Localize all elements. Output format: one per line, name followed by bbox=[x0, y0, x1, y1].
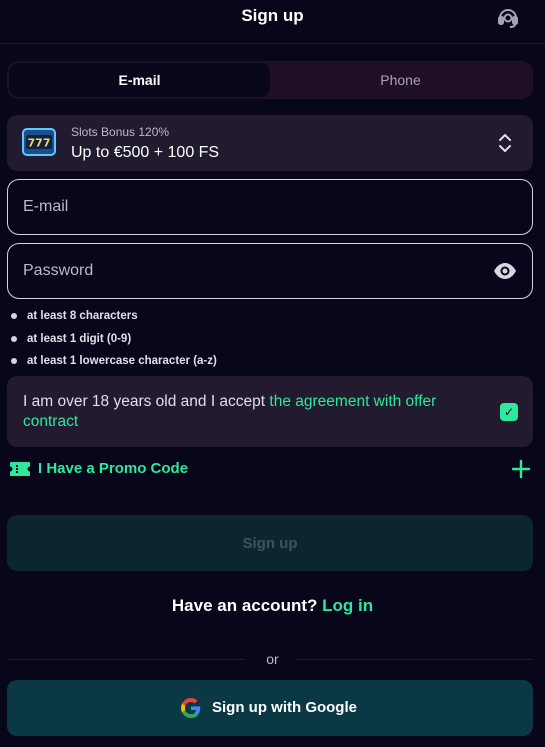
password-input[interactable] bbox=[8, 244, 532, 298]
chevron-up-down-icon bbox=[499, 134, 511, 152]
rule-text: at least 1 digit (0-9) bbox=[27, 332, 132, 345]
headset-icon[interactable] bbox=[496, 5, 520, 29]
divider-line-right bbox=[295, 659, 533, 660]
email-field bbox=[7, 179, 533, 235]
bonus-selector[interactable]: 777 Slots Bonus 120% Up to €500 + 100 FS bbox=[7, 115, 533, 171]
promo-code-toggle[interactable]: I Have a Promo Code bbox=[9, 457, 531, 483]
email-input[interactable] bbox=[8, 180, 532, 234]
ticket-icon bbox=[10, 462, 30, 476]
agreement-text: I am over 18 years old and I accept the … bbox=[23, 392, 473, 432]
password-field bbox=[7, 243, 533, 299]
agreement-checkbox[interactable]: ✓ bbox=[500, 403, 518, 421]
tab-email[interactable]: E-mail bbox=[9, 63, 270, 97]
google-signup-button[interactable]: Sign up with Google bbox=[7, 680, 533, 736]
google-signup-label: Sign up with Google bbox=[212, 699, 357, 716]
slot-machine-777-icon: 777 bbox=[22, 128, 56, 156]
plus-icon[interactable] bbox=[511, 459, 531, 479]
bullet-icon bbox=[11, 313, 17, 319]
google-icon bbox=[181, 698, 201, 718]
agreement-statement: I am over 18 years old and I accept bbox=[23, 393, 270, 410]
bullet-icon bbox=[11, 335, 17, 342]
have-account-text: Have an account? bbox=[171, 596, 318, 615]
rule-text: at least 1 lowercase character (a-z) bbox=[27, 355, 217, 367]
password-rules: at least 8 characters at least 1 digit (… bbox=[11, 308, 217, 376]
signup-method-tabs: E-mail Phone bbox=[7, 61, 533, 99]
rule-text: at least 8 characters bbox=[27, 310, 138, 322]
svg-text:777: 777 bbox=[28, 137, 51, 150]
header: Sign up bbox=[0, 0, 545, 44]
promo-code-label: I Have a Promo Code bbox=[38, 460, 189, 477]
eye-icon[interactable] bbox=[493, 261, 517, 281]
bonus-name: Slots Bonus 120% bbox=[71, 125, 170, 139]
login-link[interactable]: Log in bbox=[322, 596, 373, 615]
bonus-description: Up to €500 + 100 FS bbox=[71, 144, 220, 161]
age-agreement: I am over 18 years old and I accept the … bbox=[7, 376, 533, 447]
tab-phone[interactable]: Phone bbox=[270, 63, 531, 97]
password-rule: at least 1 lowercase character (a-z) bbox=[11, 353, 217, 376]
bullet-icon bbox=[11, 358, 17, 364]
page-title: Sign up bbox=[241, 6, 304, 25]
login-prompt: Have an account? Log in bbox=[0, 596, 545, 616]
password-rule: at least 1 digit (0-9) bbox=[11, 331, 217, 354]
password-rule: at least 8 characters bbox=[11, 308, 217, 331]
sign-up-button[interactable]: Sign up bbox=[7, 515, 533, 571]
